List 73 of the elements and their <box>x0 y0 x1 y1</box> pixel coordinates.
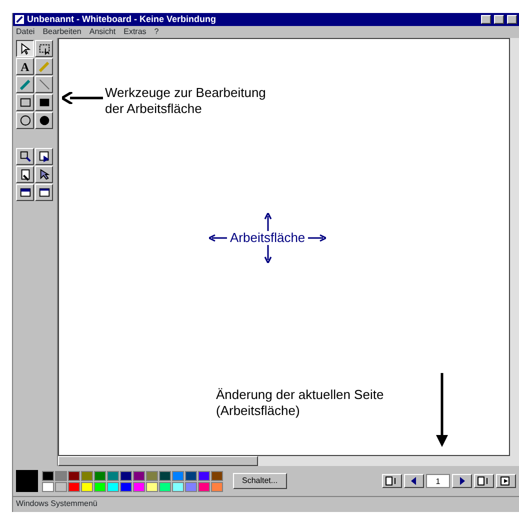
vertical-scrollbar[interactable] <box>510 38 519 456</box>
color-swatch[interactable] <box>133 482 145 492</box>
color-swatch[interactable] <box>55 482 67 492</box>
last-page-button[interactable] <box>496 474 516 488</box>
pointer-icon <box>38 150 50 163</box>
color-swatch[interactable] <box>211 482 223 492</box>
menu-item[interactable]: ? <box>154 28 159 36</box>
color-swatch[interactable] <box>68 482 80 492</box>
cursor-icon <box>38 168 50 181</box>
minimize-button[interactable] <box>481 15 491 24</box>
whiteboard-canvas[interactable]: Werkzeuge zur Bearbeitung der Arbeitsfläche Arbeitsfläche Änderung der aktuellen Seite (Arbeitsfläche) <box>58 38 510 456</box>
annotation-text: Werkzeuge zur Bearbeitung der Arbeitsfläche <box>105 85 267 118</box>
color-swatch[interactable] <box>133 470 145 480</box>
color-swatch[interactable] <box>172 470 184 480</box>
rectangle-icon <box>18 96 32 109</box>
filled-rectangle-icon <box>38 96 50 109</box>
color-swatch[interactable] <box>185 482 197 492</box>
maximize-button[interactable] <box>494 15 504 24</box>
left-arrow <box>62 92 104 104</box>
line-icon <box>38 78 50 91</box>
pen-icon <box>38 60 50 73</box>
window-icon <box>18 186 32 199</box>
color-swatch[interactable] <box>107 470 119 480</box>
first-page-button[interactable] <box>382 474 402 488</box>
highlighter-icon <box>18 78 32 91</box>
up-arrow <box>264 213 272 231</box>
color-swatch[interactable] <box>42 470 54 480</box>
ellipse-icon <box>18 114 32 127</box>
page-number-field[interactable]: 1 <box>426 474 450 488</box>
color-swatch[interactable] <box>81 470 93 480</box>
previous-page-button[interactable] <box>404 474 424 488</box>
annotation-text: Arbeitsfläche <box>229 231 306 246</box>
color-swatch[interactable] <box>198 482 210 492</box>
color-swatch[interactable] <box>159 470 171 480</box>
select-arrow-icon <box>18 42 32 55</box>
right-arrow <box>308 234 326 242</box>
color-swatch[interactable] <box>120 470 132 480</box>
color-swatch[interactable] <box>146 470 158 480</box>
zoom-icon <box>18 150 32 163</box>
horizontal-scrollbar[interactable] <box>58 456 519 466</box>
color-swatch[interactable] <box>172 482 184 492</box>
color-swatch[interactable] <box>42 482 54 492</box>
color-swatch[interactable] <box>185 470 197 480</box>
color-swatch[interactable] <box>159 482 171 492</box>
window-icon <box>38 186 50 199</box>
close-button[interactable] <box>507 15 517 24</box>
down-arrow <box>264 245 272 264</box>
color-swatch[interactable] <box>94 482 106 492</box>
filled-ellipse-icon <box>38 114 50 127</box>
status-text: Windows Systemmenü <box>16 498 98 510</box>
menu-item[interactable]: Extras <box>124 28 146 36</box>
color-swatch[interactable] <box>94 470 106 480</box>
color-swatch[interactable] <box>146 482 158 492</box>
menu-item[interactable]: Bearbeiten <box>42 28 82 36</box>
left-arrow <box>209 234 227 242</box>
menu-item[interactable]: Ansicht <box>89 28 116 36</box>
tool-button[interactable] <box>16 40 34 57</box>
color-swatch[interactable] <box>81 482 93 492</box>
color-swatch[interactable] <box>211 470 223 480</box>
text-tool[interactable]: A <box>16 58 34 75</box>
color-swatch[interactable] <box>107 482 119 492</box>
next-page-button[interactable] <box>452 474 472 488</box>
window-title: Unbenannt - Whiteboard - Keine Verbindung <box>27 15 216 24</box>
color-swatch[interactable] <box>198 470 210 480</box>
color-swatch[interactable] <box>120 482 132 492</box>
color-swatch[interactable] <box>68 470 80 480</box>
lasso-select-icon <box>38 42 50 55</box>
lock-button[interactable]: Schaltet... <box>233 473 287 489</box>
menu-item[interactable]: Datei <box>16 28 35 36</box>
insert-page-button[interactable] <box>474 474 494 488</box>
page-icon <box>18 168 32 181</box>
annotation-text: Änderung der aktuellen Seite (Arbeitsfläche) <box>216 387 385 420</box>
color-swatch[interactable] <box>55 470 67 480</box>
